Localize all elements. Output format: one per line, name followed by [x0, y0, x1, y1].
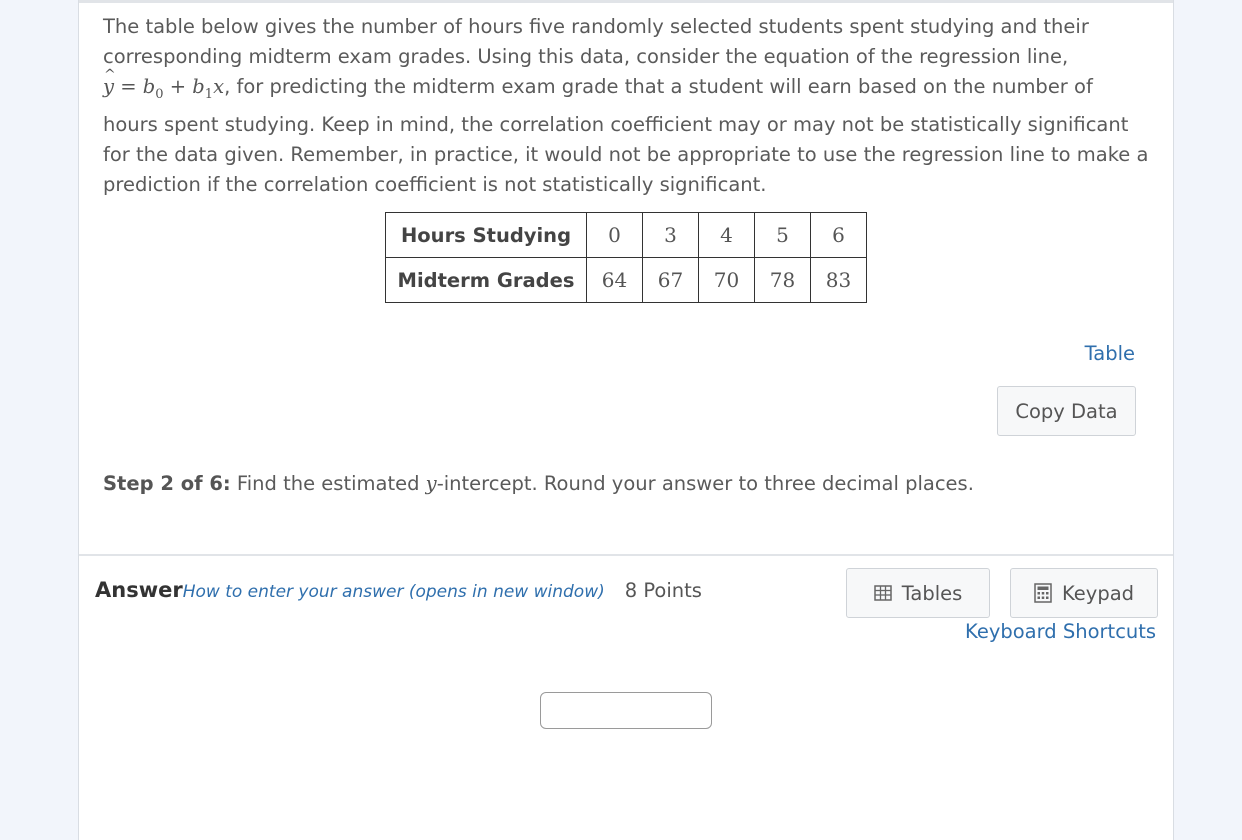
eq-x: x — [213, 75, 225, 98]
answer-header: AnswerHow to enter your answer (opens in… — [95, 578, 702, 602]
answer-label: Answer — [95, 578, 183, 602]
keyboard-shortcuts-link[interactable]: Keyboard Shortcuts — [965, 620, 1156, 643]
table-row: Midterm Grades 64 67 70 78 83 — [385, 257, 867, 303]
table-cell: 78 — [754, 257, 811, 303]
calculator-keypad-icon — [1034, 583, 1052, 603]
table-cell: 70 — [698, 257, 755, 303]
section-divider — [79, 554, 1173, 556]
data-table: Hours Studying 0 3 4 5 6 Midterm Grades … — [385, 212, 867, 303]
row-header: Midterm Grades — [385, 257, 587, 303]
tables-label: Tables — [901, 581, 963, 605]
table-cell: 4 — [698, 212, 755, 258]
row-header: Hours Studying — [385, 212, 587, 258]
table-cell: 0 — [586, 212, 643, 258]
question-paragraph: The table below gives the number of hour… — [103, 12, 1153, 200]
eq-plus: + — [169, 75, 187, 98]
help-link[interactable]: How to enter your answer (opens in new w… — [183, 582, 605, 602]
table-cell: 5 — [754, 212, 811, 258]
table-cell: 64 — [586, 257, 643, 303]
eq-b1-sub: 1 — [204, 86, 214, 102]
regression-equation: ^ y = b0 + b1x — [103, 67, 225, 102]
table-grid-icon — [873, 585, 892, 601]
table-cell: 83 — [810, 257, 867, 303]
copy-data-button[interactable]: Copy Data — [997, 386, 1136, 436]
hat-symbol: ^ — [104, 67, 116, 83]
step-text-after: -intercept. Round your answer to three d… — [436, 472, 974, 495]
step-var: y — [425, 472, 437, 495]
question-continuation: , for predicting the midterm exam grade … — [103, 75, 1149, 196]
eq-b0: b — [142, 75, 156, 98]
answer-input[interactable] — [540, 692, 712, 729]
question-intro: The table below gives the number of hour… — [103, 15, 1089, 68]
question-text: The table below gives the number of hour… — [103, 12, 1153, 200]
step-instruction: Step 2 of 6: Find the estimated y-interc… — [103, 472, 974, 495]
table-link[interactable]: Table — [1085, 342, 1135, 365]
top-border — [79, 0, 1173, 3]
table-cell: 6 — [810, 212, 867, 258]
eq-b1: b — [192, 75, 205, 98]
table-row: Hours Studying 0 3 4 5 6 — [385, 212, 867, 258]
points-label: 8 Points — [624, 579, 702, 602]
step-prefix: Step 2 of 6: — [103, 472, 231, 495]
table-cell: 3 — [642, 212, 699, 258]
step-text-before: Find the estimated — [230, 472, 426, 495]
table-cell: 67 — [642, 257, 699, 303]
keypad-button[interactable]: Keypad — [1010, 568, 1158, 618]
tables-button[interactable]: Tables — [846, 568, 990, 618]
keypad-label: Keypad — [1061, 581, 1135, 605]
eq-equals: = — [120, 75, 137, 98]
eq-b0-sub: 0 — [155, 86, 164, 102]
